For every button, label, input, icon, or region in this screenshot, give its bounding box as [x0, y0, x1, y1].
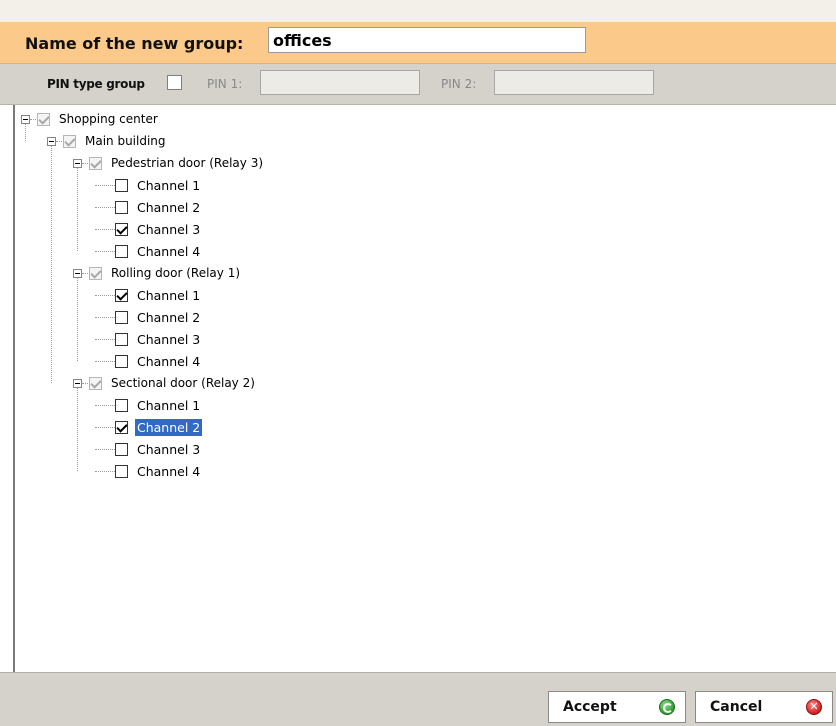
pin1-input[interactable]	[260, 70, 420, 95]
tree-connector	[95, 295, 115, 296]
collapse-toggle-icon[interactable]	[73, 379, 82, 388]
tree-connector	[77, 388, 78, 471]
tree-building-label[interactable]: Main building	[83, 133, 168, 150]
collapse-toggle-icon[interactable]	[21, 115, 30, 124]
accept-button-label: Accept	[563, 699, 617, 715]
collapse-toggle-icon[interactable]	[47, 137, 56, 146]
tree-connector	[95, 361, 115, 362]
pin2-label: PIN 2:	[441, 77, 477, 91]
tree-connector	[95, 427, 115, 428]
collapse-toggle-icon[interactable]	[73, 159, 82, 168]
group-name-bar: Name of the new group:	[0, 22, 836, 64]
tree-checkbox[interactable]	[115, 179, 128, 192]
tree-connector	[25, 124, 26, 141]
tree-channel-label[interactable]: Channel 1	[135, 287, 202, 304]
tree-checkbox[interactable]	[89, 377, 102, 390]
tree-checkbox[interactable]	[115, 289, 128, 302]
relay-channel-tree[interactable]: Shopping center Main building Pedestrian d…	[13, 105, 836, 672]
tree-checkbox[interactable]	[63, 135, 76, 148]
window-top-strip	[0, 0, 836, 22]
tree-checkbox[interactable]	[37, 113, 50, 126]
pin1-label: PIN 1:	[207, 77, 243, 91]
tree-connector	[95, 449, 115, 450]
pin-type-group-checkbox[interactable]	[167, 75, 182, 90]
pin-type-group-label: PIN type group	[47, 77, 145, 91]
tree-door-label[interactable]: Rolling door (Relay 1)	[109, 265, 242, 282]
tree-checkbox[interactable]	[115, 399, 128, 412]
tree-connector	[95, 317, 115, 318]
tree-connector	[95, 185, 115, 186]
tree-door-label[interactable]: Pedestrian door (Relay 3)	[109, 155, 265, 172]
group-name-input[interactable]	[268, 27, 586, 53]
tree-connector	[95, 405, 115, 406]
accept-icon	[659, 699, 675, 715]
tree-checkbox[interactable]	[115, 311, 128, 324]
tree-checkbox[interactable]	[115, 355, 128, 368]
tree-connector	[95, 207, 115, 208]
cancel-icon: ✕	[806, 699, 822, 715]
tree-checkbox[interactable]	[115, 333, 128, 346]
pin-settings-bar: PIN type group PIN 1: PIN 2:	[0, 64, 836, 105]
tree-channel-label[interactable]: Channel 1	[135, 397, 202, 414]
tree-connector	[95, 339, 115, 340]
tree-channel-label[interactable]: Channel 2	[135, 419, 203, 436]
tree-channel-label[interactable]: Channel 3	[135, 331, 202, 348]
tree-connector	[77, 168, 78, 251]
tree-checkbox[interactable]	[115, 465, 128, 478]
tree-channel-label[interactable]: Channel 2	[135, 309, 202, 326]
tree-channel-label[interactable]: Channel 4	[135, 463, 202, 480]
tree-checkbox[interactable]	[115, 245, 128, 258]
tree-channel-label[interactable]: Channel 3	[135, 441, 202, 458]
tree-checkbox[interactable]	[115, 201, 128, 214]
tree-channel-label[interactable]: Channel 2	[135, 199, 202, 216]
cancel-button[interactable]: Cancel ✕	[695, 691, 833, 723]
tree-channel-label[interactable]: Channel 4	[135, 243, 202, 260]
tree-channel-label[interactable]: Channel 3	[135, 221, 202, 238]
tree-connector	[77, 278, 78, 361]
cancel-button-label: Cancel	[710, 699, 763, 715]
tree-connector	[51, 146, 52, 383]
pin2-input[interactable]	[494, 70, 654, 95]
accept-button[interactable]: Accept	[548, 691, 686, 723]
tree-door-label[interactable]: Sectional door (Relay 2)	[109, 375, 257, 392]
tree-connector	[95, 229, 115, 230]
tree-root-label[interactable]: Shopping center	[57, 111, 160, 128]
dialog-footer: Accept Cancel ✕	[0, 672, 836, 726]
tree-connector	[95, 251, 115, 252]
tree-connector	[95, 471, 115, 472]
tree-checkbox[interactable]	[89, 267, 102, 280]
collapse-toggle-icon[interactable]	[73, 269, 82, 278]
tree-checkbox[interactable]	[115, 443, 128, 456]
tree-channel-label[interactable]: Channel 4	[135, 353, 202, 370]
tree-checkbox[interactable]	[89, 157, 102, 170]
group-name-label: Name of the new group:	[25, 34, 244, 53]
tree-checkbox[interactable]	[115, 223, 128, 236]
tree-channel-label[interactable]: Channel 1	[135, 177, 202, 194]
tree-checkbox[interactable]	[115, 421, 128, 434]
